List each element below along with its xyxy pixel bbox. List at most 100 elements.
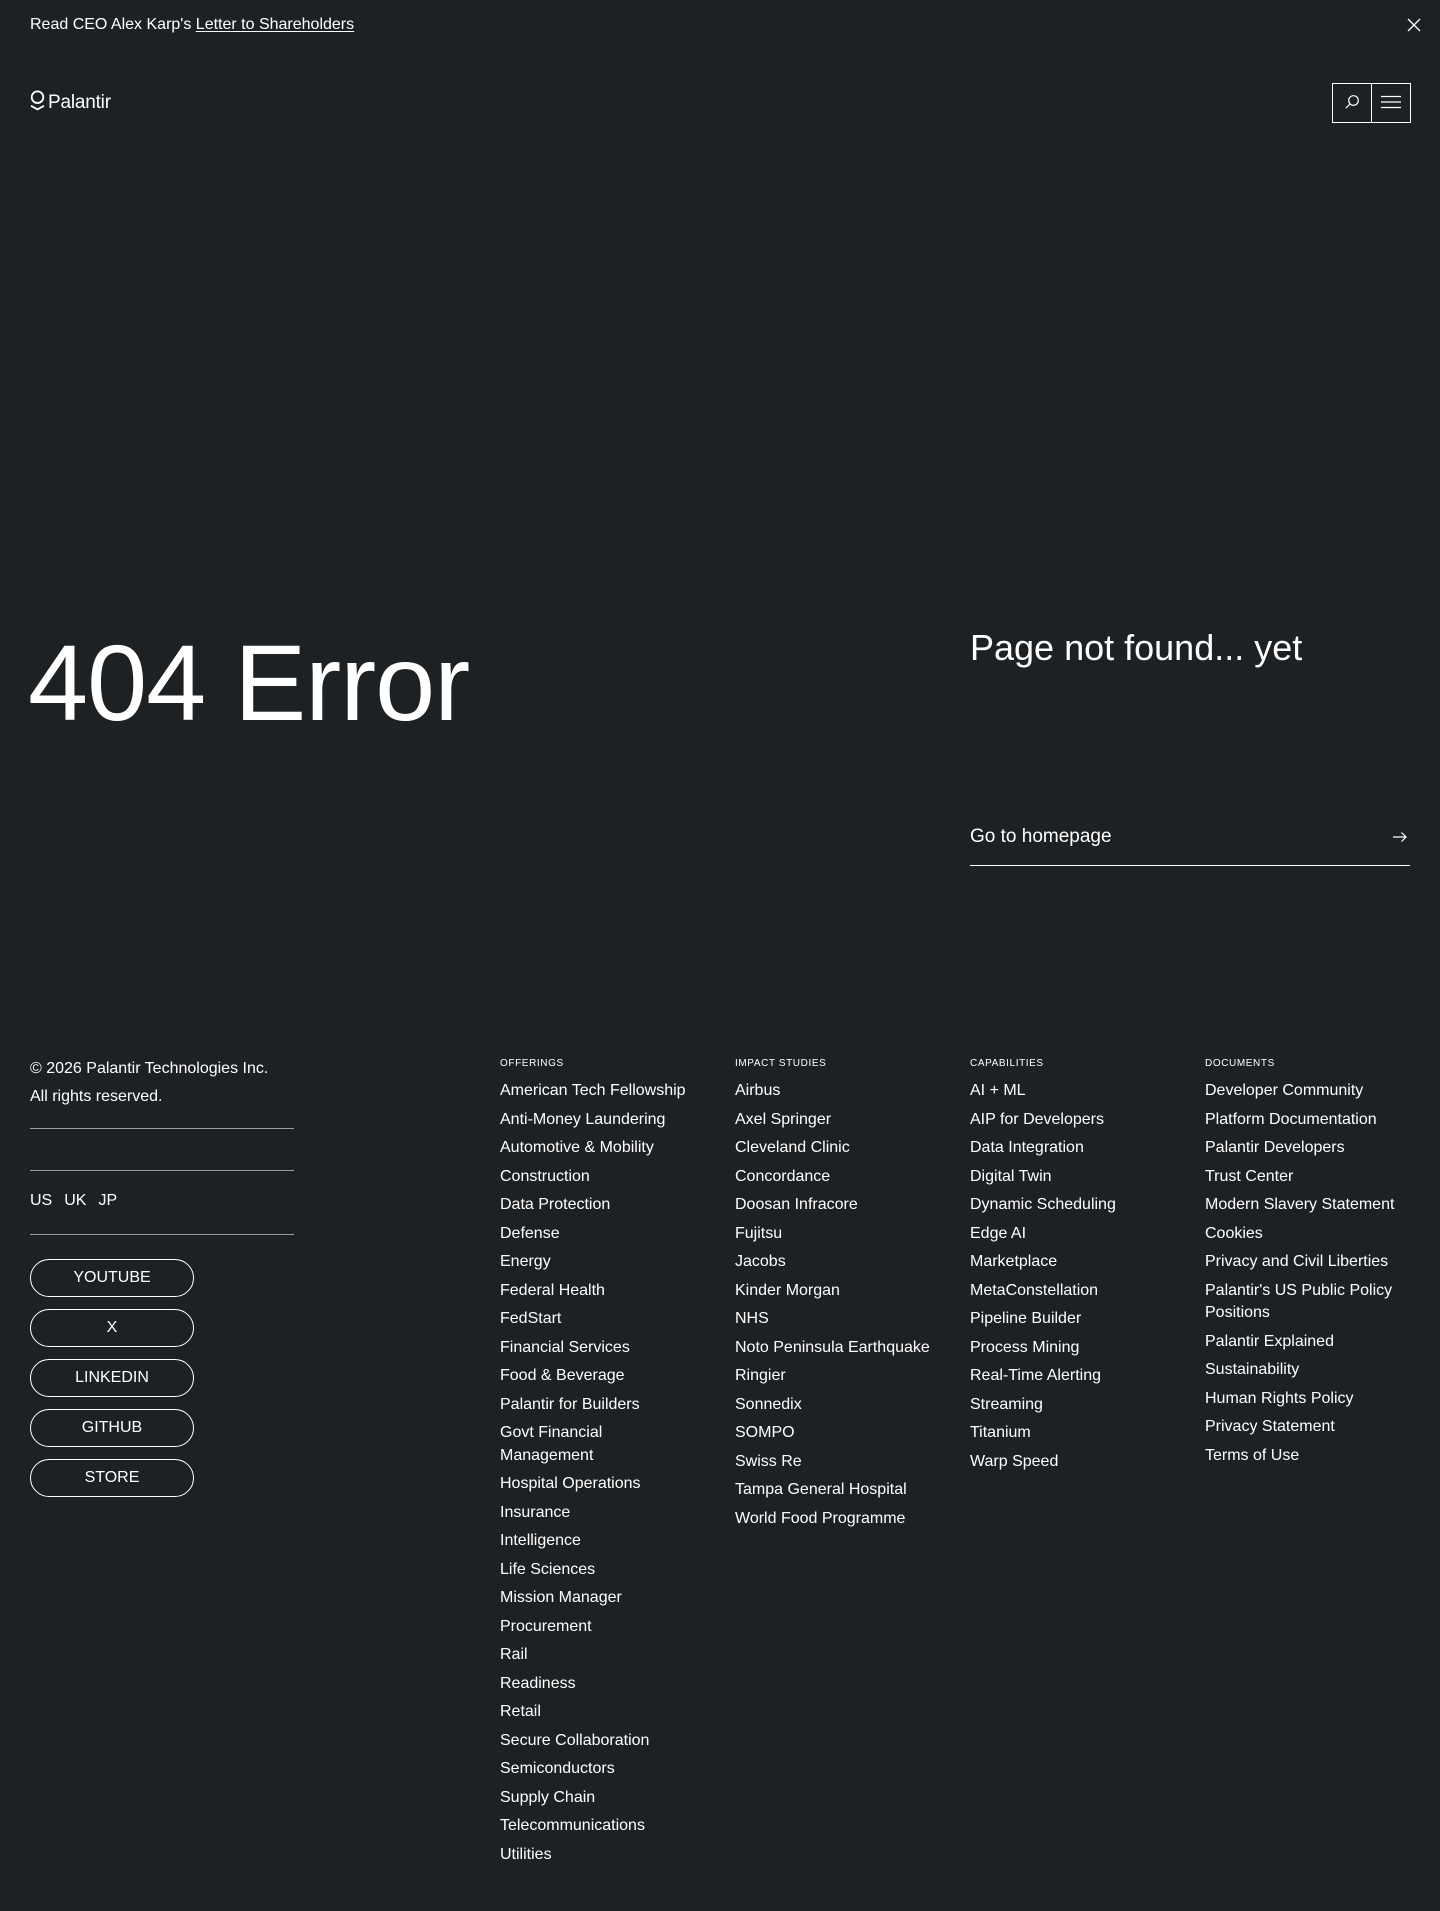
letter-to-shareholders-link[interactable]: Letter to Shareholders <box>196 16 354 33</box>
footer-link[interactable]: FedStart <box>500 1308 700 1331</box>
search-icon <box>1344 94 1360 113</box>
footer-link[interactable]: Cleveland Clinic <box>735 1137 935 1160</box>
footer-link[interactable]: Hospital Operations <box>500 1473 700 1496</box>
search-button[interactable] <box>1332 83 1372 123</box>
footer-link[interactable]: Axel Springer <box>735 1109 935 1132</box>
footer-link[interactable]: Swiss Re <box>735 1451 935 1474</box>
locale-switcher: US UK JP <box>30 1190 117 1212</box>
footer-link[interactable]: Energy <box>500 1251 700 1274</box>
footer-link[interactable]: Food & Beverage <box>500 1365 700 1388</box>
footer-link[interactable]: Platform Documentation <box>1205 1109 1405 1132</box>
footer-link[interactable]: Intelligence <box>500 1530 700 1553</box>
footer-link[interactable]: Privacy and Civil Liberties <box>1205 1251 1405 1274</box>
footer-link[interactable]: Titanium <box>970 1422 1170 1445</box>
footer-link[interactable]: Semiconductors <box>500 1758 700 1781</box>
header-controls <box>1332 83 1411 123</box>
menu-button[interactable] <box>1371 83 1411 123</box>
footer-link[interactable]: American Tech Fellowship <box>500 1080 700 1103</box>
footer-link[interactable]: Construction <box>500 1166 700 1189</box>
locale-jp[interactable]: JP <box>98 1190 117 1212</box>
footer-link[interactable]: Jacobs <box>735 1251 935 1274</box>
footer-link[interactable]: Developer Community <box>1205 1080 1405 1103</box>
footer-link[interactable]: Defense <box>500 1223 700 1246</box>
footer-column-capabilities: CAPABILITIES AI + ML AIP for Developers Da… <box>970 1057 1170 1479</box>
footer-link[interactable]: Life Sciences <box>500 1559 700 1582</box>
footer-link[interactable]: Concordance <box>735 1166 935 1189</box>
footer-link[interactable]: Supply Chain <box>500 1787 700 1810</box>
footer-link[interactable]: Fujitsu <box>735 1223 935 1246</box>
github-button[interactable]: GITHUB <box>30 1409 194 1447</box>
footer-link[interactable]: Warp Speed <box>970 1451 1170 1474</box>
impact-studies-list: Airbus Axel Springer Cleveland Clinic Conco… <box>735 1080 935 1530</box>
go-to-homepage-link[interactable]: Go to homepage <box>970 820 1410 866</box>
locale-us[interactable]: US <box>30 1190 52 1212</box>
column-heading: IMPACT STUDIES <box>735 1058 827 1069</box>
footer-link[interactable]: Insurance <box>500 1502 700 1525</box>
footer-link[interactable]: Doosan Infracore <box>735 1194 935 1217</box>
youtube-button[interactable]: YOUTUBE <box>30 1259 194 1297</box>
footer-link[interactable]: Procurement <box>500 1616 700 1639</box>
footer-link[interactable]: Govt Financial Management <box>500 1422 700 1467</box>
capabilities-list: AI + ML AIP for Developers Data Integratio… <box>970 1080 1170 1473</box>
footer-link[interactable]: Streaming <box>970 1394 1170 1417</box>
footer-link[interactable]: Pipeline Builder <box>970 1308 1170 1331</box>
footer-link[interactable]: Privacy Statement <box>1205 1416 1405 1439</box>
footer-link[interactable]: Terms of Use <box>1205 1445 1405 1468</box>
footer-link[interactable]: Sustainability <box>1205 1359 1405 1382</box>
close-icon[interactable] <box>1406 17 1422 33</box>
palantir-logo[interactable]: Palantir <box>30 89 111 114</box>
column-heading: DOCUMENTS <box>1205 1058 1275 1069</box>
footer-link[interactable]: Sonnedix <box>735 1394 935 1417</box>
footer-link[interactable]: Tampa General Hospital <box>735 1479 935 1502</box>
footer-link[interactable]: Telecommunications <box>500 1815 700 1838</box>
footer-link[interactable]: Kinder Morgan <box>735 1280 935 1303</box>
footer-column-offerings: OFFERINGS American Tech Fellowship Anti-M… <box>500 1057 700 1872</box>
footer-link[interactable]: Noto Peninsula Earthquake <box>735 1337 935 1360</box>
linkedin-button[interactable]: LINKEDIN <box>30 1359 194 1397</box>
footer-link[interactable]: Automotive & Mobility <box>500 1137 700 1160</box>
footer-link[interactable]: Ringier <box>735 1365 935 1388</box>
footer-link[interactable]: Mission Manager <box>500 1587 700 1610</box>
footer-link[interactable]: Data Protection <box>500 1194 700 1217</box>
column-heading: OFFERINGS <box>500 1058 564 1069</box>
footer-link[interactable]: Palantir for Builders <box>500 1394 700 1417</box>
footer-link[interactable]: Palantir Explained <box>1205 1331 1405 1354</box>
footer-link[interactable]: Airbus <box>735 1080 935 1103</box>
footer-link[interactable]: AI + ML <box>970 1080 1170 1103</box>
footer-link[interactable]: Readiness <box>500 1673 700 1696</box>
footer-link[interactable]: MetaConstellation <box>970 1280 1170 1303</box>
footer-link[interactable]: Federal Health <box>500 1280 700 1303</box>
footer-link[interactable]: Edge AI <box>970 1223 1170 1246</box>
footer-link[interactable]: Trust Center <box>1205 1166 1405 1189</box>
announcement-text: Read CEO Alex Karp's <box>30 16 196 33</box>
footer-link[interactable]: World Food Programme <box>735 1508 935 1531</box>
x-button[interactable]: X <box>30 1309 194 1347</box>
footer-link[interactable]: Anti-Money Laundering <box>500 1109 700 1132</box>
footer-link[interactable]: Human Rights Policy <box>1205 1388 1405 1411</box>
footer-link[interactable]: Digital Twin <box>970 1166 1170 1189</box>
footer-link[interactable]: Real-Time Alerting <box>970 1365 1170 1388</box>
footer-link[interactable]: SOMPO <box>735 1422 935 1445</box>
footer-link[interactable]: Dynamic Scheduling <box>970 1194 1170 1217</box>
footer-column-impact-studies: IMPACT STUDIES Airbus Axel Springer Clevel… <box>735 1057 935 1536</box>
footer-link[interactable]: Process Mining <box>970 1337 1170 1360</box>
store-button[interactable]: STORE <box>30 1459 194 1497</box>
footer-link[interactable]: Palantir's US Public Policy Positions <box>1205 1280 1405 1325</box>
locale-uk[interactable]: UK <box>64 1190 86 1212</box>
page-subtitle: Page not found... yet <box>970 627 1303 668</box>
footer-link[interactable]: Financial Services <box>500 1337 700 1360</box>
footer-link[interactable]: Retail <box>500 1701 700 1724</box>
footer-link[interactable]: Data Integration <box>970 1137 1170 1160</box>
footer-link[interactable]: Utilities <box>500 1844 700 1867</box>
footer-link[interactable]: AIP for Developers <box>970 1109 1170 1132</box>
footer-link[interactable]: Marketplace <box>970 1251 1170 1274</box>
footer-link[interactable]: Secure Collaboration <box>500 1730 700 1753</box>
footer-link[interactable]: Cookies <box>1205 1223 1405 1246</box>
footer-column-documents: DOCUMENTS Developer Community Platform Do… <box>1205 1057 1405 1473</box>
footer-link[interactable]: NHS <box>735 1308 935 1331</box>
footer-link[interactable]: Modern Slavery Statement <box>1205 1194 1405 1217</box>
footer-link[interactable]: Palantir Developers <box>1205 1137 1405 1160</box>
footer-link[interactable]: Rail <box>500 1644 700 1667</box>
logo-wordmark: Palantir <box>48 92 111 113</box>
go-to-homepage-label: Go to homepage <box>970 826 1112 847</box>
